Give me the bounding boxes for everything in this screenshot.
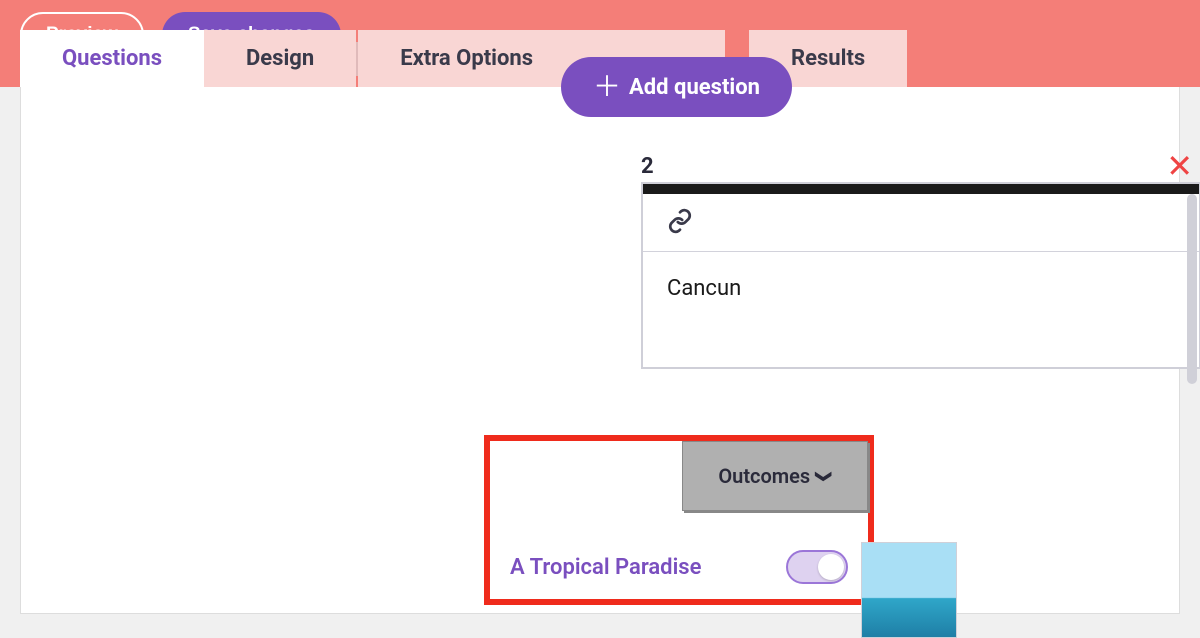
tab-design[interactable]: Design [204, 30, 356, 87]
tab-extra-options[interactable]: Extra Options [358, 30, 575, 87]
question-text: Cancun [667, 276, 741, 301]
add-question-label: Add question [629, 75, 760, 100]
chevron-down-icon: ❯ [815, 469, 834, 482]
outcome-item: A Tropical Paradise [510, 543, 848, 591]
outcomes-dropdown-button[interactable]: Outcomes ❯ [682, 441, 868, 511]
question-topbar [643, 184, 1199, 194]
question-number: 2 [641, 154, 654, 179]
add-question-button[interactable]: ＋ Add question [561, 57, 792, 117]
outcomes-label: Outcomes [718, 464, 810, 488]
question-card: Cancun [641, 182, 1200, 369]
question-header: 2 ✕ [637, 150, 1197, 182]
close-icon[interactable]: ✕ [1166, 150, 1193, 182]
link-icon[interactable] [667, 208, 693, 238]
toggle-knob [818, 554, 844, 580]
outcome-label: A Tropical Paradise [510, 555, 701, 580]
outcome-image-thumb[interactable] [861, 542, 957, 638]
content-area: ＋ Add question 2 ✕ Cancun Outcomes ❯ A T… [20, 87, 1180, 614]
plus-icon: ＋ [593, 73, 621, 101]
question-text-area[interactable]: Cancun [643, 252, 1199, 367]
scrollbar[interactable] [1187, 194, 1197, 384]
outcomes-highlight: Outcomes ❯ A Tropical Paradise [484, 435, 874, 605]
outcome-toggle[interactable] [786, 550, 848, 584]
question-toolbar [643, 194, 1199, 252]
tab-questions[interactable]: Questions [20, 30, 204, 87]
